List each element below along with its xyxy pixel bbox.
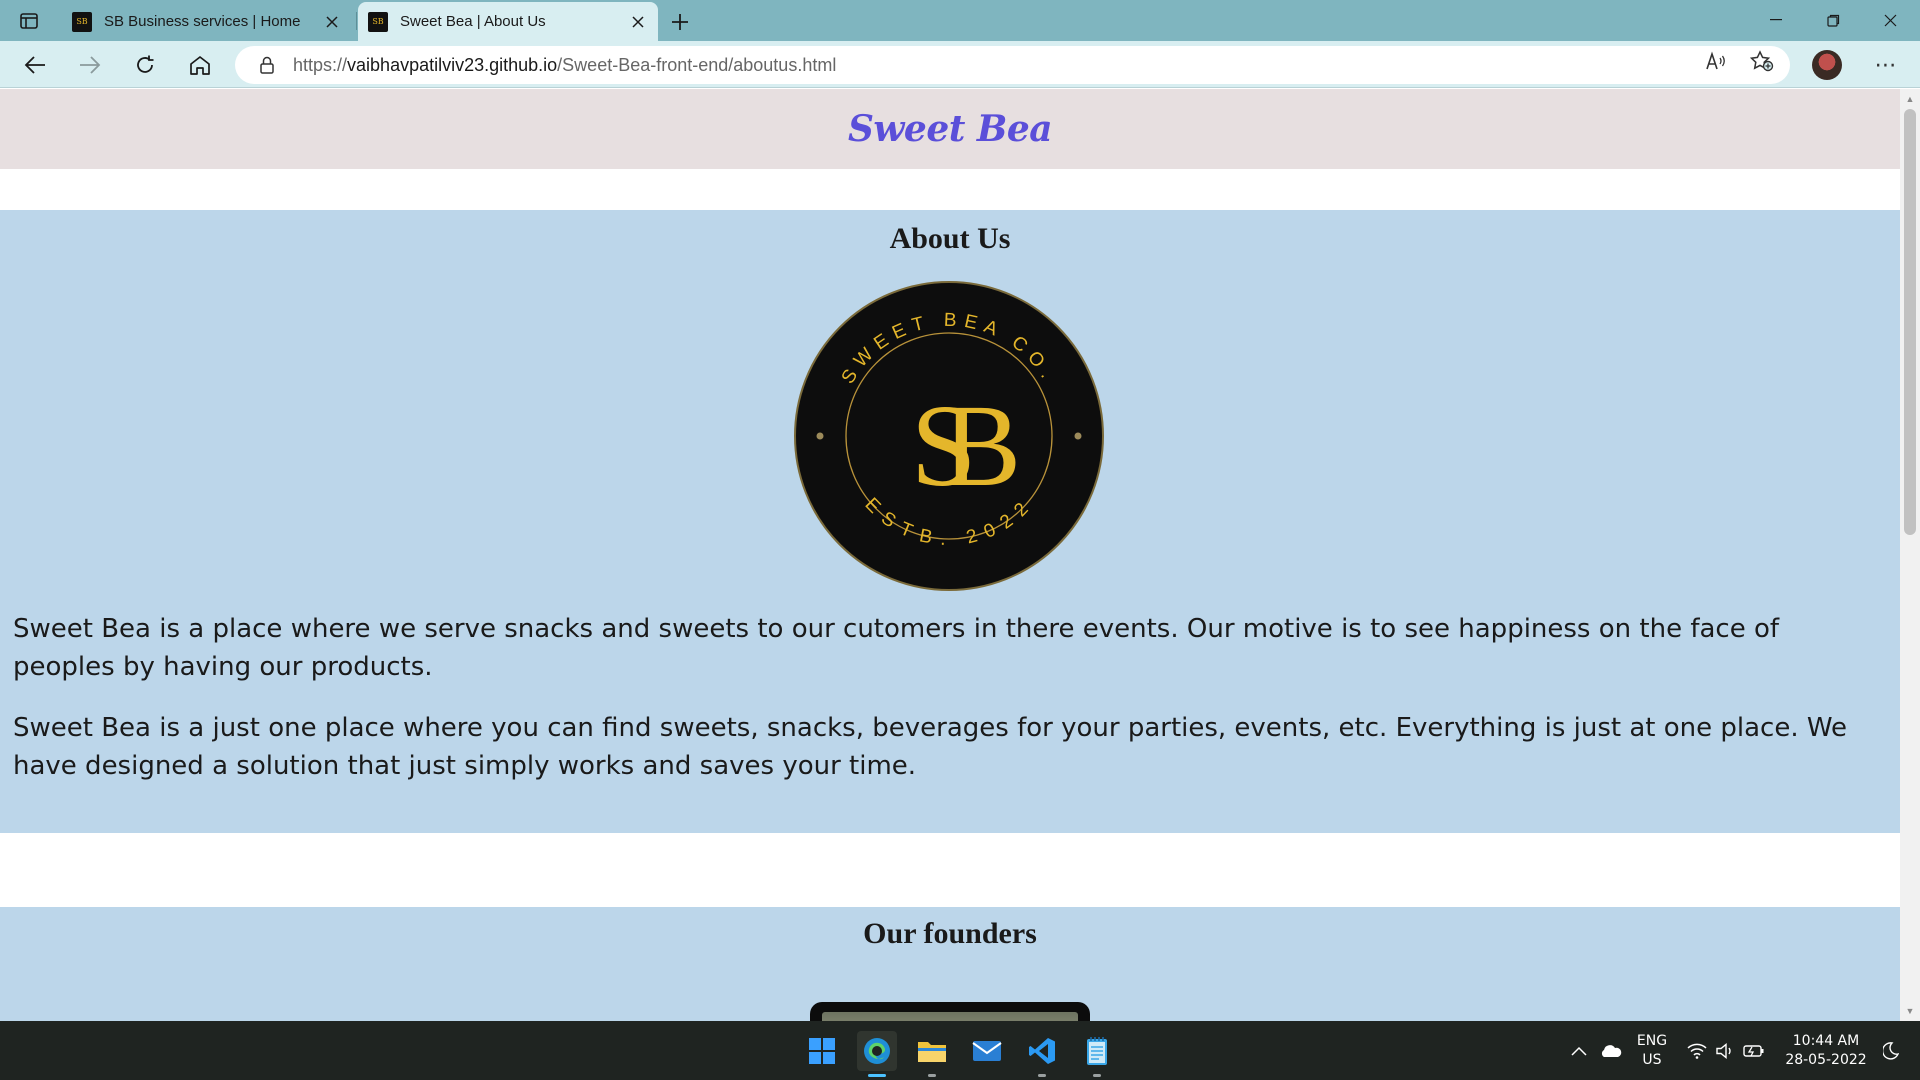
wifi-icon[interactable] <box>1685 1021 1709 1080</box>
sweet-bea-logo: SWEET BEA CO. ESTB. 2022 SB <box>794 281 1104 591</box>
vscode-icon[interactable] <box>1022 1031 1062 1071</box>
about-paragraph: Sweet Bea is a place where we serve snac… <box>13 614 1780 682</box>
windows-taskbar: ENG US 10:44 AM 28-05-2022 <box>0 1021 1920 1080</box>
sb-favicon-icon: SB <box>368 11 388 32</box>
clock-time: 10:44 AM <box>1792 1032 1860 1049</box>
edge-icon[interactable] <box>857 1031 897 1071</box>
tab-actions-icon[interactable] <box>16 9 42 33</box>
url-scheme: https:// <box>293 54 348 75</box>
region-label: US <box>1642 1051 1662 1068</box>
browser-toolbar: https://vaibhavpatilviv23.github.io/Swee… <box>0 41 1920 88</box>
profile-avatar[interactable] <box>1812 50 1842 80</box>
tab-title: SB Business services | Home <box>104 13 301 30</box>
windows-start-icon[interactable] <box>802 1031 842 1071</box>
close-icon[interactable] <box>318 8 346 36</box>
mail-icon[interactable] <box>967 1031 1007 1071</box>
scroll-thumb[interactable] <box>1904 109 1916 535</box>
url-text[interactable]: https://vaibhavpatilviv23.github.io/Swee… <box>293 55 836 76</box>
new-tab-button[interactable] <box>664 6 696 38</box>
volume-icon[interactable] <box>1713 1021 1737 1080</box>
scroll-down-icon[interactable]: ▼ <box>1900 1003 1920 1019</box>
file-explorer-icon[interactable] <box>912 1031 952 1071</box>
language-indicator[interactable]: ENG US <box>1630 1021 1674 1080</box>
notepad-icon[interactable] <box>1077 1031 1117 1071</box>
about-paragraph: Sweet Bea is a just one place where you … <box>13 713 1848 781</box>
onedrive-cloud-icon[interactable] <box>1598 1021 1624 1080</box>
tab-home[interactable]: SB SB Business services | Home <box>62 2 352 41</box>
brand-logo-text[interactable]: Sweet Bea <box>848 108 1053 150</box>
browser-tab-bar: SB SB Business services | Home SB Sweet … <box>0 0 1920 41</box>
active-app-indicator <box>868 1074 886 1077</box>
founders-title: Our founders <box>863 917 1037 950</box>
founders-section: Our founders <box>0 907 1900 1021</box>
window-close-icon[interactable] <box>1862 0 1918 40</box>
running-app-indicator <box>1038 1074 1046 1077</box>
clock[interactable]: 10:44 AM 28-05-2022 <box>1778 1021 1874 1080</box>
add-favorite-icon[interactable] <box>1750 49 1774 73</box>
founder-photo <box>822 1012 1078 1021</box>
minimize-icon[interactable] <box>1748 0 1804 40</box>
close-icon[interactable] <box>624 8 652 36</box>
lock-icon[interactable] <box>257 55 277 75</box>
tab-separator <box>356 12 357 30</box>
about-title: About Us <box>889 222 1011 255</box>
page-viewport: Sweet Bea About Us SWEET BEA CO. ESTB. 2… <box>0 89 1900 1021</box>
running-app-indicator <box>1093 1074 1101 1077</box>
page-scrollbar[interactable]: ▲ ▼ <box>1900 89 1920 1021</box>
restore-icon[interactable] <box>1805 0 1861 40</box>
url-path: /Sweet-Bea-front-end/aboutus.html <box>557 54 837 75</box>
battery-icon[interactable] <box>1741 1021 1767 1080</box>
sb-favicon-icon: SB <box>72 11 92 32</box>
address-bar[interactable]: https://vaibhavpatilviv23.github.io/Swee… <box>235 46 1790 84</box>
read-aloud-icon[interactable] <box>1704 49 1728 73</box>
site-header: Sweet Bea <box>0 89 1900 169</box>
clock-date: 28-05-2022 <box>1785 1051 1867 1068</box>
focus-assist-icon[interactable] <box>1878 1021 1904 1080</box>
language-label: ENG <box>1636 1032 1668 1049</box>
back-arrow-icon[interactable] <box>17 47 53 83</box>
chevron-up-icon[interactable] <box>1568 1021 1590 1080</box>
founder-card <box>810 1002 1090 1021</box>
more-icon[interactable]: ⋯ <box>1868 47 1904 83</box>
running-app-indicator <box>928 1074 936 1077</box>
home-icon[interactable] <box>182 47 218 83</box>
tab-about-us[interactable]: SB Sweet Bea | About Us <box>358 2 658 41</box>
refresh-icon[interactable] <box>127 47 163 83</box>
about-section: About Us SWEET BEA CO. ESTB. 2022 SB Swe… <box>0 210 1900 833</box>
scroll-up-icon[interactable]: ▲ <box>1900 91 1920 107</box>
url-host: vaibhavpatilviv23.github.io <box>347 54 558 75</box>
forward-arrow-icon[interactable] <box>72 47 108 83</box>
tab-title: Sweet Bea | About Us <box>400 13 546 30</box>
